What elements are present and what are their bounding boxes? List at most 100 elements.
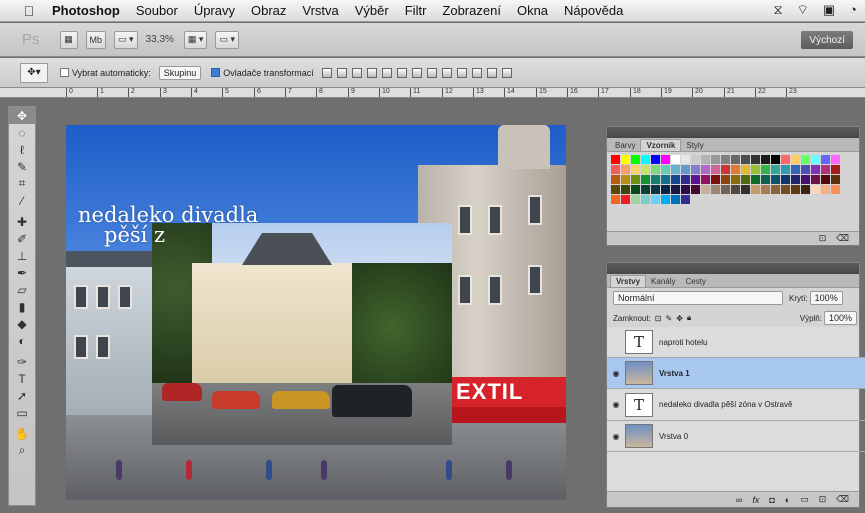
menu-soubor[interactable]: Soubor xyxy=(128,3,186,18)
color-swatch[interactable] xyxy=(651,185,660,194)
color-swatch[interactable] xyxy=(611,195,620,204)
align-left-icon[interactable] xyxy=(366,67,377,78)
color-swatch[interactable] xyxy=(751,165,760,174)
color-swatch[interactable] xyxy=(811,155,820,164)
tab-barvy[interactable]: Barvy xyxy=(610,140,640,151)
layer-name[interactable]: Vrstva 1 xyxy=(659,369,690,378)
horizontal-ruler[interactable]: 0 1 2 3 4 5 6 7 8 9 10 11 12 13 14 15 16… xyxy=(0,88,865,98)
move-tool-icon[interactable]: ✥ xyxy=(9,107,35,124)
layer-name[interactable]: Vrstva 0 xyxy=(659,432,688,441)
blur-tool-icon[interactable]: ◆ xyxy=(9,315,35,332)
color-swatch[interactable] xyxy=(791,155,800,164)
color-swatch[interactable] xyxy=(721,175,730,184)
menu-vrstva[interactable]: Vrstva xyxy=(294,3,346,18)
align-bottom-icon[interactable] xyxy=(351,67,362,78)
color-swatch[interactable] xyxy=(661,175,670,184)
layer-name[interactable]: naproti hotelu xyxy=(659,338,707,347)
tab-vzornik[interactable]: Vzorník xyxy=(640,139,682,151)
eye-icon[interactable]: ◉ xyxy=(607,432,625,441)
color-swatch[interactable] xyxy=(661,155,670,164)
layer-row[interactable]: ◉ T nedaleko divadla pěší zóna v Ostravě xyxy=(607,389,865,421)
tool-preset-picker[interactable]: ✥▾ xyxy=(20,62,48,83)
color-swatch[interactable] xyxy=(661,185,670,194)
menu-obraz[interactable]: Obraz xyxy=(243,3,294,18)
layer-vrstva-1-image[interactable] xyxy=(152,223,452,445)
color-swatch[interactable] xyxy=(781,175,790,184)
color-swatch[interactable] xyxy=(751,185,760,194)
eye-icon[interactable]: ◉ xyxy=(607,369,625,378)
color-swatch[interactable] xyxy=(631,195,640,204)
color-swatch[interactable] xyxy=(761,175,770,184)
group-icon[interactable]: ▭ xyxy=(800,494,809,505)
color-swatch[interactable] xyxy=(661,165,670,174)
color-swatch[interactable] xyxy=(711,155,720,164)
layer-row[interactable]: T naproti hotelu xyxy=(607,327,865,358)
color-swatch[interactable] xyxy=(621,165,630,174)
color-swatch[interactable] xyxy=(831,185,840,194)
color-swatch[interactable] xyxy=(741,155,750,164)
crop-tool-icon[interactable]: ⌗ xyxy=(9,175,35,192)
fill-field[interactable]: 100% xyxy=(823,311,857,325)
menu-upravy[interactable]: Úpravy xyxy=(186,3,243,18)
healing-tool-icon[interactable]: ✚ xyxy=(9,213,35,230)
color-swatch[interactable] xyxy=(771,155,780,164)
distribute-bottom-icon[interactable] xyxy=(441,67,452,78)
lock-all-icon[interactable]: 🔒︎ xyxy=(687,313,691,323)
tab-vrstvy[interactable]: Vrstvy xyxy=(610,275,647,287)
color-swatch[interactable] xyxy=(621,155,630,164)
hand-tool-icon[interactable]: ✋ xyxy=(9,425,35,442)
auto-select-dropdown[interactable]: Skupinu xyxy=(158,65,202,80)
blend-mode-select[interactable]: Normální xyxy=(613,291,783,305)
headline-text[interactable]: nedaleko divadla pěší z xyxy=(78,205,258,246)
color-swatch[interactable] xyxy=(611,155,620,164)
color-swatch[interactable] xyxy=(731,165,740,174)
color-swatch[interactable] xyxy=(771,175,780,184)
color-swatch[interactable] xyxy=(661,195,670,204)
panel-header[interactable] xyxy=(607,127,859,138)
color-swatch[interactable] xyxy=(641,185,650,194)
zoom-level[interactable]: 33,3% xyxy=(146,34,174,45)
trash-icon[interactable]: ⌫ xyxy=(836,494,849,505)
color-swatch[interactable] xyxy=(681,165,690,174)
color-swatch[interactable] xyxy=(631,155,640,164)
menu-filtr[interactable]: Filtr xyxy=(397,3,435,18)
adobe-icon[interactable]: ⧖ xyxy=(773,2,782,18)
screen-mode-button[interactable]: ▭ ▾ xyxy=(215,30,239,49)
tab-styly[interactable]: Styly xyxy=(681,140,708,151)
transform-controls-checkbox[interactable] xyxy=(211,68,221,77)
arrange-documents-button[interactable]: ▦ ▾ xyxy=(183,30,208,49)
color-swatch[interactable] xyxy=(731,175,740,184)
color-swatch[interactable] xyxy=(621,175,630,184)
color-swatch[interactable] xyxy=(831,175,840,184)
color-swatch[interactable] xyxy=(651,155,660,164)
color-swatch[interactable] xyxy=(801,155,810,164)
color-swatch[interactable] xyxy=(831,155,840,164)
type-tool-icon[interactable]: T xyxy=(9,370,35,387)
lock-transparency-icon[interactable]: ⊡ xyxy=(655,314,662,323)
menu-zobrazeni[interactable]: Zobrazení xyxy=(434,3,509,18)
color-swatch[interactable] xyxy=(651,175,660,184)
color-swatch[interactable] xyxy=(761,185,770,194)
eye-icon[interactable]: ◉ xyxy=(607,400,625,409)
color-swatch[interactable] xyxy=(671,165,680,174)
color-swatch[interactable] xyxy=(651,165,660,174)
color-swatch[interactable] xyxy=(751,155,760,164)
pen-tool-icon[interactable]: ✑ xyxy=(9,353,35,370)
color-swatch[interactable] xyxy=(711,165,720,174)
align-hcenter-icon[interactable] xyxy=(381,67,392,78)
color-swatch[interactable] xyxy=(641,195,650,204)
menu-vyber[interactable]: Výběr xyxy=(347,3,397,18)
align-right-icon[interactable] xyxy=(396,67,407,78)
color-swatch[interactable] xyxy=(781,165,790,174)
color-swatch[interactable] xyxy=(811,165,820,174)
menu-okna[interactable]: Okna xyxy=(509,3,556,18)
color-swatch[interactable] xyxy=(721,165,730,174)
eyedropper-tool-icon[interactable]: ⁄ xyxy=(9,192,35,209)
color-swatch[interactable] xyxy=(611,175,620,184)
color-swatch[interactable] xyxy=(731,185,740,194)
apple-icon[interactable]:  xyxy=(20,3,38,19)
history-brush-tool-icon[interactable]: ✒ xyxy=(9,264,35,281)
screen-icon[interactable]: ▣ xyxy=(823,2,835,18)
color-swatch[interactable] xyxy=(721,185,730,194)
color-swatch[interactable] xyxy=(671,195,680,204)
